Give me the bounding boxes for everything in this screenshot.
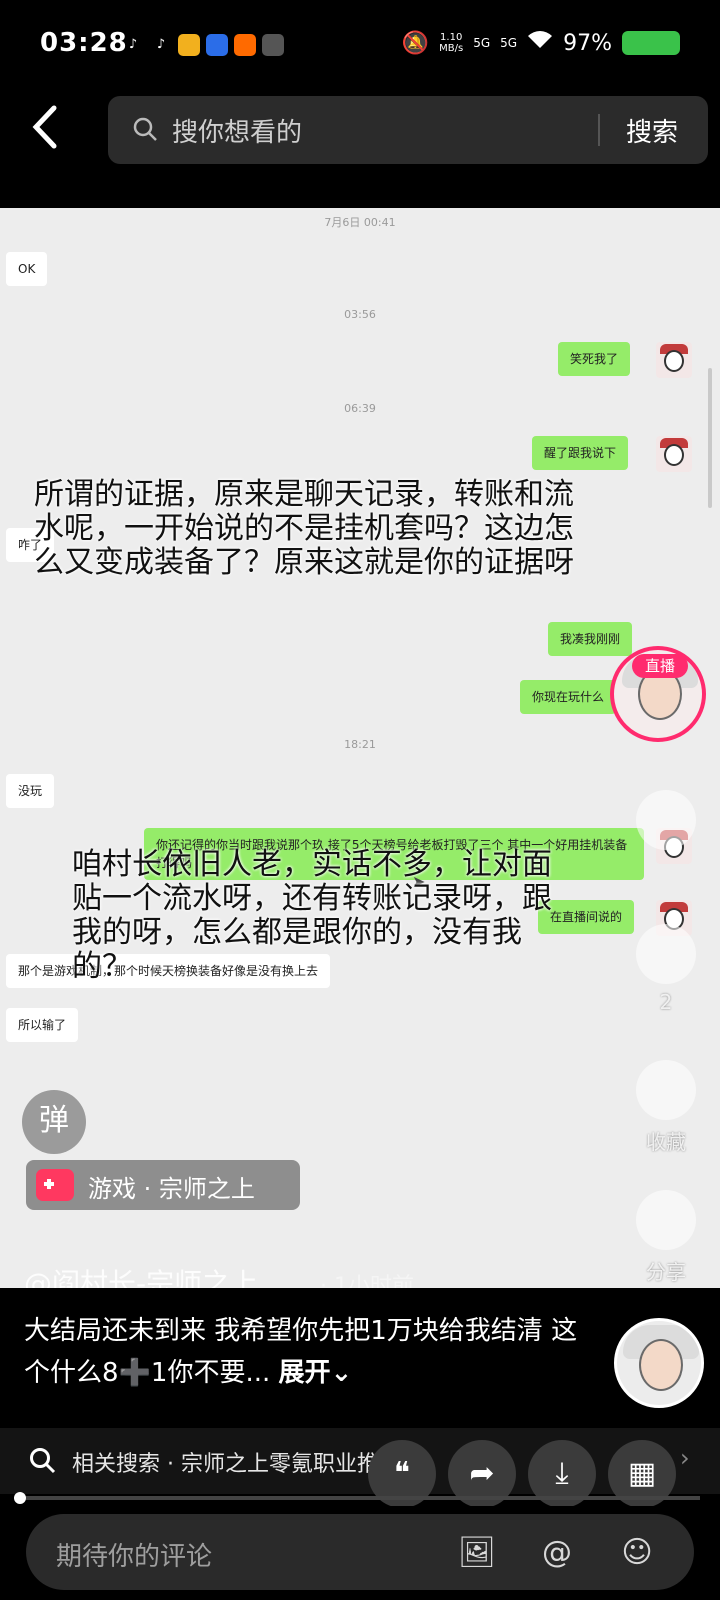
chat-timestamp: 06:39 bbox=[344, 402, 376, 415]
video-caption[interactable]: 大结局还未到来 我希望你先把1万块给我结清 这个什么8➕1你不要... 展开⌄ bbox=[24, 1310, 584, 1394]
progress-handle[interactable] bbox=[14, 1492, 26, 1504]
video-subtitle: 所谓的证据，原来是聊天记录，转账和流水呢，一开始说的不是挂机套吗？这边怎么又变成… bbox=[34, 477, 574, 580]
like-button[interactable] bbox=[626, 790, 706, 850]
chat-message: 我凑我刚刚 bbox=[548, 622, 633, 656]
grid-icon: ▦ bbox=[627, 1456, 657, 1491]
comment-button[interactable]: 2 bbox=[626, 924, 706, 1014]
mute-icon: 🔕 bbox=[401, 30, 430, 56]
chevron-left-icon bbox=[32, 105, 57, 149]
avatar bbox=[656, 436, 692, 472]
video-subtitle: 咱村长依旧人老，实话不多，让对面贴一个流水呀，还有转账记录呀，跟我的呀，怎么都是… bbox=[72, 847, 552, 984]
gamepad-icon bbox=[36, 1169, 74, 1201]
signal-icon: 5G bbox=[500, 36, 518, 50]
search-icon bbox=[30, 1448, 56, 1474]
chat-message: OK bbox=[6, 252, 48, 286]
forward-icon: ➦ bbox=[469, 1456, 495, 1491]
divider bbox=[598, 114, 600, 146]
search-input[interactable]: 搜你想看的 搜索 bbox=[108, 96, 708, 164]
expand-button[interactable]: 展开⌄ bbox=[279, 1358, 353, 1388]
avatar bbox=[656, 342, 692, 378]
video-player[interactable]: 7月6日 00:41 OK 03:56 笑死我了 06:39 醒了跟我说下 咋了… bbox=[0, 208, 720, 1288]
status-bar: 03:28 ♪ ♪ 🔕 1.10 MB/s 5G 5G 97% bbox=[0, 0, 720, 90]
comment-input[interactable]: 期待你的评论 🖼 @ ☺ bbox=[26, 1514, 694, 1590]
wifi-icon bbox=[527, 30, 553, 56]
chat-message: 醒了跟我说下 bbox=[532, 436, 629, 470]
chat-timestamp: 7月6日 00:41 bbox=[324, 216, 396, 229]
heart-icon bbox=[636, 790, 696, 850]
caption-area: 大结局还未到来 我希望你先把1万块给我结清 这个什么8➕1你不要... 展开⌄ bbox=[0, 1288, 720, 1428]
chat-message: 没玩 bbox=[6, 774, 55, 808]
taobao-icon bbox=[262, 34, 284, 56]
chat-timestamp: 18:21 bbox=[344, 738, 376, 751]
comment-bar: 期待你的评论 🖼 @ ☺ bbox=[0, 1506, 720, 1600]
video-progress-bar[interactable] bbox=[14, 1492, 700, 1504]
app-icon bbox=[206, 34, 228, 56]
tiktok-icon: ♪ bbox=[156, 37, 166, 52]
status-right: 🔕 1.10 MB/s 5G 5G 97% bbox=[402, 30, 680, 56]
image-icon[interactable]: 🖼 bbox=[456, 1532, 498, 1574]
search-header: 搜你想看的 搜索 bbox=[0, 90, 720, 208]
quote-icon: ❝ bbox=[393, 1456, 411, 1491]
share-icon bbox=[636, 1190, 696, 1250]
related-search-label: 相关搜索 · 宗师之上零氪职业推荐 bbox=[72, 1452, 401, 1477]
battery-icon bbox=[622, 31, 680, 55]
chevron-right-icon: › bbox=[680, 1444, 690, 1472]
game-tag-label: 游戏 · 宗师之上 bbox=[88, 1175, 255, 1203]
comment-placeholder: 期待你的评论 bbox=[56, 1542, 213, 1572]
search-placeholder: 搜你想看的 bbox=[172, 118, 303, 148]
battery-percent: 97% bbox=[563, 30, 612, 56]
danmaku-button[interactable]: 弹 bbox=[22, 1090, 86, 1154]
star-icon bbox=[636, 1060, 696, 1120]
download-icon: ⤓ bbox=[555, 1456, 569, 1491]
live-badge: 直播 bbox=[632, 654, 688, 678]
comment-count: 2 bbox=[659, 990, 673, 1014]
author-avatar[interactable] bbox=[614, 1318, 704, 1408]
emoji-icon[interactable]: ☺ bbox=[616, 1532, 658, 1574]
game-tag[interactable]: 游戏 · 宗师之上 bbox=[26, 1160, 300, 1210]
status-app-icons: ♪ ♪ bbox=[122, 34, 284, 56]
app-icon bbox=[178, 34, 200, 56]
chat-message: 你现在玩什么 bbox=[520, 680, 617, 714]
back-button[interactable] bbox=[30, 104, 74, 154]
chat-scrollbar bbox=[708, 368, 712, 508]
tiktok-icon: ♪ bbox=[128, 37, 138, 52]
share-label: 分享 bbox=[646, 1260, 686, 1284]
favorite-button[interactable]: 收藏 bbox=[626, 1060, 706, 1155]
share-button[interactable]: 分享 bbox=[626, 1190, 706, 1285]
taobao-icon bbox=[234, 34, 256, 56]
comment-icon bbox=[636, 924, 696, 984]
net-speed: 1.10 MB/s bbox=[439, 32, 464, 54]
search-button[interactable]: 搜索 bbox=[626, 112, 678, 149]
status-time: 03:28 bbox=[40, 28, 128, 58]
search-icon bbox=[133, 117, 157, 141]
signal-icon: 5G bbox=[473, 36, 491, 50]
chat-message: 所以输了 bbox=[6, 1008, 79, 1042]
at-icon[interactable]: @ bbox=[536, 1532, 578, 1574]
chat-message: 笑死我了 bbox=[558, 342, 631, 376]
chat-timestamp: 03:56 bbox=[344, 308, 376, 321]
favorite-label: 收藏 bbox=[646, 1130, 686, 1154]
